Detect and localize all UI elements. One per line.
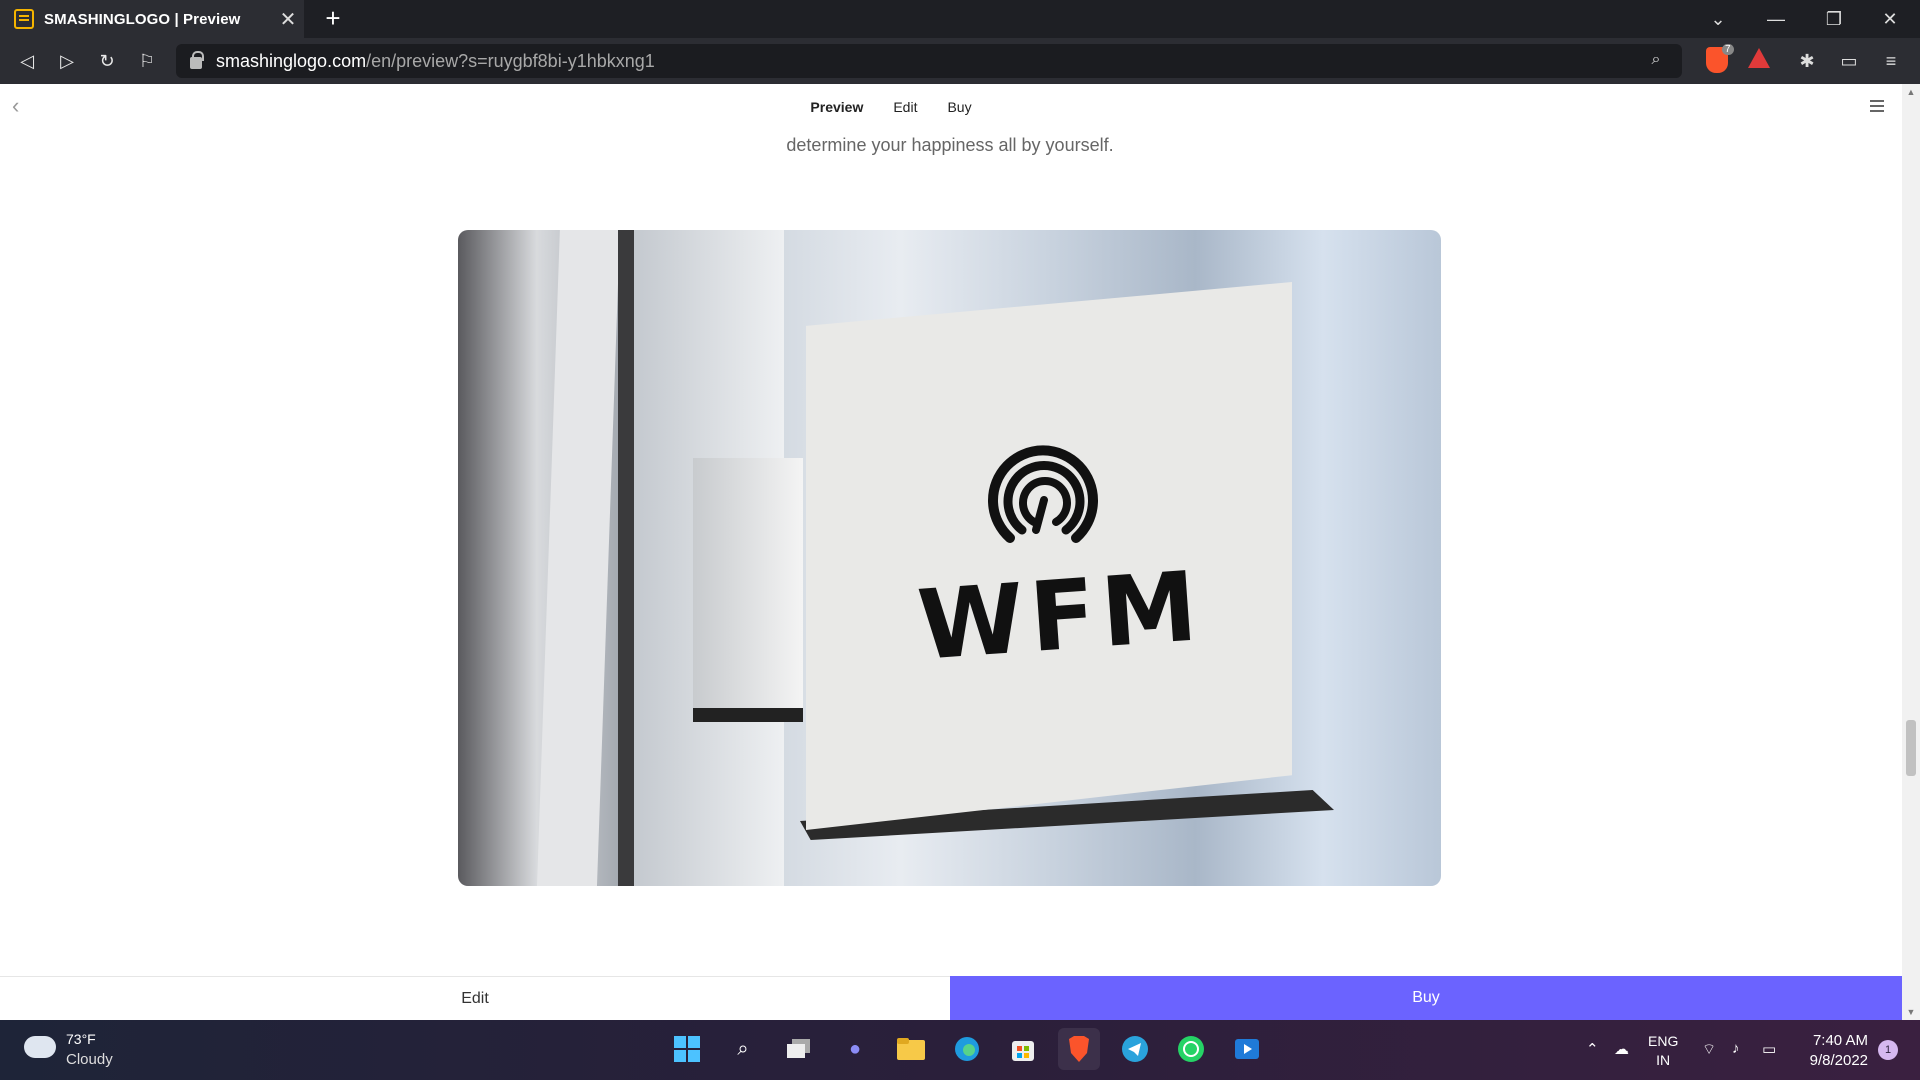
url-host: smashinglogo.com [216,50,367,71]
page-scrollbar[interactable]: ▲ ▼ [1902,84,1920,1020]
clock-time: 7:40 AM [1812,1032,1868,1049]
windows-taskbar: 73°F Cloudy ⌕ ● ⌃ ☁ ENG IN ⌔ ♪ ▭ 7:40 AM… [0,1020,1920,1080]
sign-mockup-image: WFM [458,230,1441,886]
weather-temperature[interactable]: 73°F [66,1031,96,1047]
tab-list-chevron-icon[interactable]: ⌄ [1690,0,1746,38]
weather-condition[interactable]: Cloudy [66,1051,113,1068]
minimize-button[interactable]: — [1748,0,1804,38]
intro-paragraph: employment. The beauty of entrepreneursh… [786,135,1114,155]
address-bar[interactable]: smashinglogo.com /en/preview?s=ruygbf8bi… [176,44,1682,78]
language-indicator[interactable]: ENG IN [1648,1032,1678,1070]
zoom-icon[interactable]: ⌕ [1646,51,1666,71]
browser-toolbar: ◁ ▷ ↻ ⚐ smashinglogo.com /en/preview?s=r… [0,38,1920,84]
browser-tab[interactable]: SMASHINGLOGO | Preview ✕ [0,0,304,38]
site-nav: Preview Edit Buy [0,84,1902,130]
show-hidden-icons-chevron-icon[interactable]: ⌃ [1586,1040,1599,1058]
wifi-icon[interactable]: ⌔ [1702,1040,1716,1059]
tab-title: SMASHINGLOGO | Preview [44,10,241,28]
language-code: ENG [1648,1033,1679,1049]
building-shadow [618,230,634,886]
shields-count-badge: 7 [1722,44,1734,55]
new-tab-button[interactable]: + [318,4,348,34]
store-icon[interactable] [1002,1028,1044,1070]
edit-button[interactable]: Edit [0,976,950,1020]
region-code: IN [1656,1052,1671,1068]
bottom-action-bar: Edit Buy [0,976,1902,1020]
nav-edit[interactable]: Edit [893,99,917,115]
onedrive-icon[interactable]: ☁ [1614,1040,1629,1058]
menu-icon[interactable]: ≡ [1876,46,1906,76]
extensions-icon[interactable]: ✱ [1792,46,1822,76]
smashinglogo-favicon-icon [14,9,34,29]
chat-icon[interactable]: ● [834,1028,876,1070]
hamburger-menu-icon[interactable] [1870,100,1884,112]
back-button[interactable]: ◁ [12,46,42,76]
notification-badge[interactable]: 1 [1878,1040,1898,1060]
file-explorer-icon[interactable] [890,1028,932,1070]
bookmark-icon[interactable]: ⚐ [132,46,162,76]
reload-button[interactable]: ↻ [92,46,122,76]
site-header: ‹ Preview Edit Buy [0,84,1902,130]
cloud-icon[interactable] [24,1036,56,1058]
edge-icon[interactable] [946,1028,988,1070]
url-path: /en/preview?s=ruygbf8bi-y1hbkxng1 [366,50,655,71]
building-facade [535,230,621,886]
browser-titlebar: SMASHINGLOGO | Preview ✕ + ⌄ — ❐ ✕ [0,0,1920,38]
start-icon[interactable] [666,1028,708,1070]
nav-preview[interactable]: Preview [810,99,863,115]
nav-buy[interactable]: Buy [947,99,971,115]
tab-close-button[interactable]: ✕ [272,7,304,32]
scroll-down-arrow-icon[interactable]: ▼ [1902,1004,1920,1020]
buy-button[interactable]: Buy [950,976,1902,1020]
wallet-icon[interactable]: ▭ [1834,46,1864,76]
lock-icon [190,51,204,69]
brave-rewards-icon[interactable] [1748,48,1770,68]
scroll-thumb[interactable] [1906,720,1916,776]
logo-mark-icon [988,445,1098,543]
taskbar-apps: ⌕ ● [666,1028,1268,1070]
logo-wordmark: WFM [914,550,1207,682]
sign-bracket-shadow [693,708,803,722]
brave-icon[interactable] [1058,1028,1100,1070]
sign-board [806,282,1292,830]
forward-button[interactable]: ▷ [52,46,82,76]
media-player-icon[interactable] [1226,1028,1268,1070]
volume-icon[interactable]: ♪ [1732,1040,1740,1057]
close-window-button[interactable]: ✕ [1862,0,1918,38]
system-clock[interactable]: 7:40 AM 9/8/2022 [1796,1031,1868,1071]
telegram-icon[interactable] [1114,1028,1156,1070]
restore-button[interactable]: ❐ [1806,0,1862,38]
whatsapp-icon[interactable] [1170,1028,1212,1070]
search-icon[interactable]: ⌕ [722,1028,764,1070]
battery-icon[interactable]: ▭ [1762,1040,1776,1058]
scroll-up-arrow-icon[interactable]: ▲ [1902,84,1920,100]
clock-date: 9/8/2022 [1809,1052,1868,1069]
preview-content: employment. The beauty of entrepreneursh… [0,130,1902,976]
sign-bracket [693,458,803,708]
task-view-icon[interactable] [778,1028,820,1070]
